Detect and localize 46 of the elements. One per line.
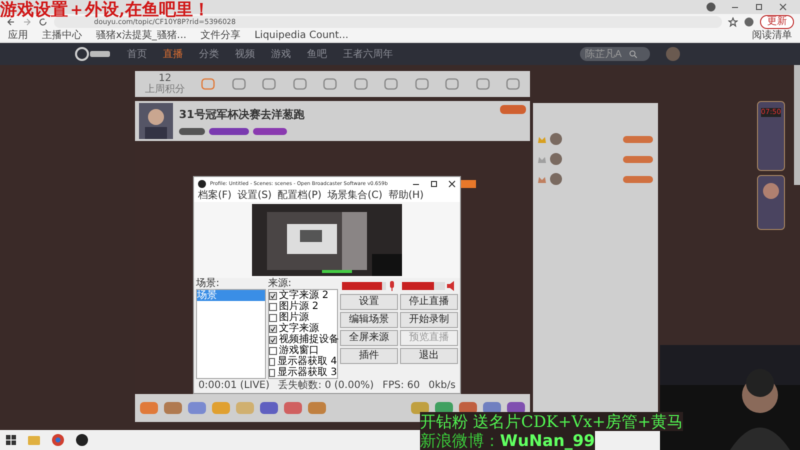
stream-title: 31号冠军杯决赛去洋葱跑 [179, 107, 306, 122]
obs-button[interactable]: 设置 [340, 294, 398, 310]
status-text: 0kb/s [428, 380, 456, 392]
update-button[interactable]: 更新 [760, 15, 794, 29]
sources-label: 来源: [268, 278, 292, 289]
bookmark[interactable]: 文件分享 [200, 30, 240, 42]
bookmark[interactable]: Liquipedia Count... [254, 30, 348, 42]
source-item[interactable]: 游戏窗口 [279, 345, 319, 356]
status-text: FPS: 60 [382, 380, 420, 392]
nav-item[interactable]: 王者六周年 [343, 47, 393, 61]
scenes-label: 场景: [196, 278, 220, 289]
obs-button[interactable]: 退出 [400, 348, 458, 364]
bookmark[interactable]: 骚猪x法提莫_骚猪... [96, 30, 186, 42]
nav-item[interactable]: 首页 [127, 47, 147, 61]
obs-button[interactable]: 编辑场景 [340, 312, 398, 328]
status-text: 0:00:01 (LIVE) [198, 380, 270, 392]
source-item[interactable]: 显示器获取 3 [277, 367, 337, 378]
menu-item[interactable]: 场景集合(C) [328, 190, 382, 202]
obs-button[interactable]: 停止直播 [400, 294, 458, 310]
source-item[interactable]: 视频捕捉设备 [279, 334, 339, 345]
menu-item[interactable]: 配置档(P) [278, 190, 322, 202]
nav-item[interactable]: 视频 [235, 47, 255, 61]
score-label: 上周积分 [145, 84, 185, 94]
bookmark[interactable]: 应用 [8, 30, 28, 42]
menu-item[interactable]: 设置(S) [238, 190, 272, 202]
score-value: 12 [158, 74, 172, 84]
source-item[interactable]: 文字来源 [279, 323, 319, 334]
promo-text: 新浪微博：WuNan_99 [420, 431, 595, 450]
nav-item[interactable]: 直播 [163, 47, 183, 61]
nav-item[interactable]: 分类 [199, 47, 219, 61]
promo-text: 开钻粉 送名片CDK+Vx+房管+黄马 [420, 412, 683, 431]
status-text: 丢失帧数: 0 (0.00%) [278, 380, 374, 392]
menu-item[interactable]: 档案(F) [198, 190, 232, 202]
obs-button[interactable]: 开始录制 [400, 312, 458, 328]
source-item[interactable]: 文字来源 2 [279, 290, 329, 301]
source-item[interactable]: 图片源 2 [279, 301, 319, 312]
reading-list[interactable]: 阅读清单 [752, 30, 792, 42]
bookmark[interactable]: 主播中心 [42, 30, 82, 42]
obs-button[interactable]: 全屏来源 [340, 330, 398, 346]
source-item[interactable]: 图片源 [279, 312, 309, 323]
nav-item[interactable]: 鱼吧 [307, 47, 327, 61]
nav-item[interactable]: 游戏 [271, 47, 291, 61]
source-item[interactable]: 显示器获取 4 [277, 356, 337, 367]
search-field[interactable]: 陈芷凡A [580, 47, 650, 61]
menu-item[interactable]: 帮助(H) [388, 190, 424, 202]
obs-button[interactable]: 插件 [340, 348, 398, 364]
